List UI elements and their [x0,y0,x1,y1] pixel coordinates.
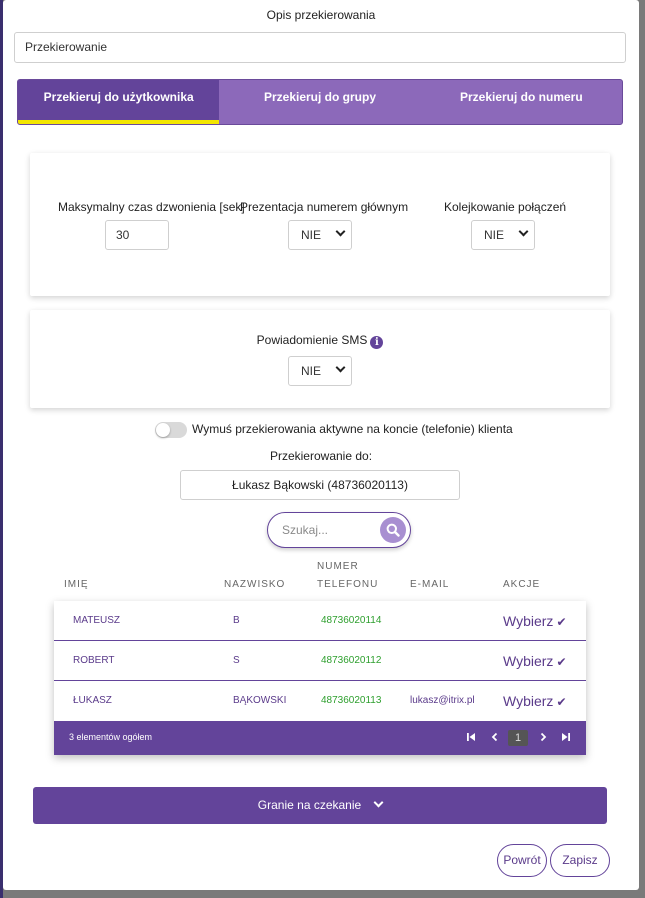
chevron-down-icon [518,226,529,237]
column-header-phone-line2: TELEFONU [317,579,379,590]
cell-name: ŁUKASZ [73,695,112,706]
select-user-button[interactable]: Wybierz ✔ [503,641,567,682]
save-button[interactable]: Zapisz [550,844,610,877]
chevron-down-icon [373,797,384,808]
select-user-button[interactable]: Wybierz ✔ [503,681,567,722]
select-label: Wybierz [503,693,554,709]
checkmark-icon: ✔ [556,695,567,709]
cell-phone: 48736020114 [321,615,382,626]
info-icon[interactable]: i [370,336,384,349]
call-queueing-value: NIE [484,228,505,242]
select-label: Wybierz [503,613,554,629]
select-user-button[interactable]: Wybierz ✔ [503,601,567,642]
tab-redirect-to-group[interactable]: Przekieruj do grupy [219,80,420,124]
total-count: 3 elementów ogółem [69,732,153,742]
search-button[interactable] [380,517,406,543]
next-page-icon[interactable] [536,730,550,746]
column-header-surname: NAZWISKO [224,579,286,590]
chevron-down-icon [335,226,346,237]
max-ring-time-label: Maksymalny czas dzwonienia [sek] [58,200,245,214]
description-label: Opis przekierowania [266,8,376,22]
redirect-target-field: Łukasz Bąkowski (48736020113) [180,470,460,500]
cell-name: MATEUSZ [73,615,121,626]
search-icon [386,523,400,537]
table-row: ŁUKASZ BĄKOWSKI 48736020113 lukasz@itrix… [54,681,586,721]
redirect-target-label: Przekierowanie do: [269,449,373,463]
cell-surname: S [233,655,240,666]
column-header-email: E-MAIL [410,579,450,590]
max-ring-time-input[interactable]: 30 [105,220,169,250]
last-page-icon[interactable] [559,730,573,746]
column-header-actions: AKCJE [503,579,541,590]
sms-notification-card: Powiadomienie SMS i NIE [30,310,610,408]
checkmark-icon: ✔ [556,655,567,669]
sms-notification-value: NIE [301,364,322,378]
column-header-name: IMIĘ [64,579,89,590]
cell-surname: BĄKOWSKI [233,695,287,706]
redirect-tabs: Przekieruj do użytkownika Przekieruj do … [17,79,623,125]
search-box[interactable]: Szukaj... [267,512,411,548]
main-number-presentation-select[interactable]: NIE [288,220,352,250]
column-header-phone-line1: NUMER [317,561,359,572]
table-row: MATEUSZ B 48736020114 Wybierz ✔ [54,601,586,641]
tab-redirect-to-number[interactable]: Przekieruj do numeru [421,80,622,124]
toggle-knob [156,423,170,437]
prev-page-icon[interactable] [488,730,502,746]
hold-music-label: Granie na czekanie [257,798,362,812]
cell-phone: 48736020112 [321,655,382,666]
users-table: MATEUSZ B 48736020114 Wybierz ✔ ROBERT S … [54,601,586,755]
table-footer: 3 elementów ogółem 1 [54,721,586,755]
main-number-presentation-value: NIE [301,228,322,242]
current-page[interactable]: 1 [508,730,528,746]
call-queueing-label: Kolejkowanie połączeń [444,200,567,214]
cell-name: ROBERT [73,655,115,666]
first-page-icon[interactable] [464,730,478,746]
hold-music-accordion[interactable]: Granie na czekanie [33,787,607,824]
call-queueing-select[interactable]: NIE [471,220,535,250]
sms-notification-select[interactable]: NIE [288,356,352,386]
checkmark-icon: ✔ [556,615,567,629]
select-label: Wybierz [503,653,554,669]
table-row: ROBERT S 48736020112 Wybierz ✔ [54,641,586,681]
force-redirect-toggle[interactable] [155,422,187,438]
chevron-down-icon [335,362,346,373]
force-redirect-label: Wymuś przekierowania aktywne na koncie (… [192,422,513,436]
sms-notification-label: Powiadomienie SMS [256,333,368,347]
sms-notification-label-wrap: Powiadomienie SMS i [30,333,610,349]
call-settings-card: Maksymalny czas dzwonienia [sek] 30 Prez… [30,153,610,296]
description-input[interactable]: Przekierowanie [14,32,626,63]
cell-email: lukasz@itrix.pl [410,695,475,706]
search-input[interactable]: Szukaj... [282,523,328,537]
tab-redirect-to-user[interactable]: Przekieruj do użytkownika [18,80,220,124]
cell-phone: 48736020113 [321,695,382,706]
main-number-presentation-label: Prezentacja numerem głównym [240,200,409,214]
cell-surname: B [233,615,240,626]
redirect-modal: Opis przekierowania Przekierowanie Przek… [3,0,639,890]
back-button[interactable]: Powrót [497,844,547,877]
